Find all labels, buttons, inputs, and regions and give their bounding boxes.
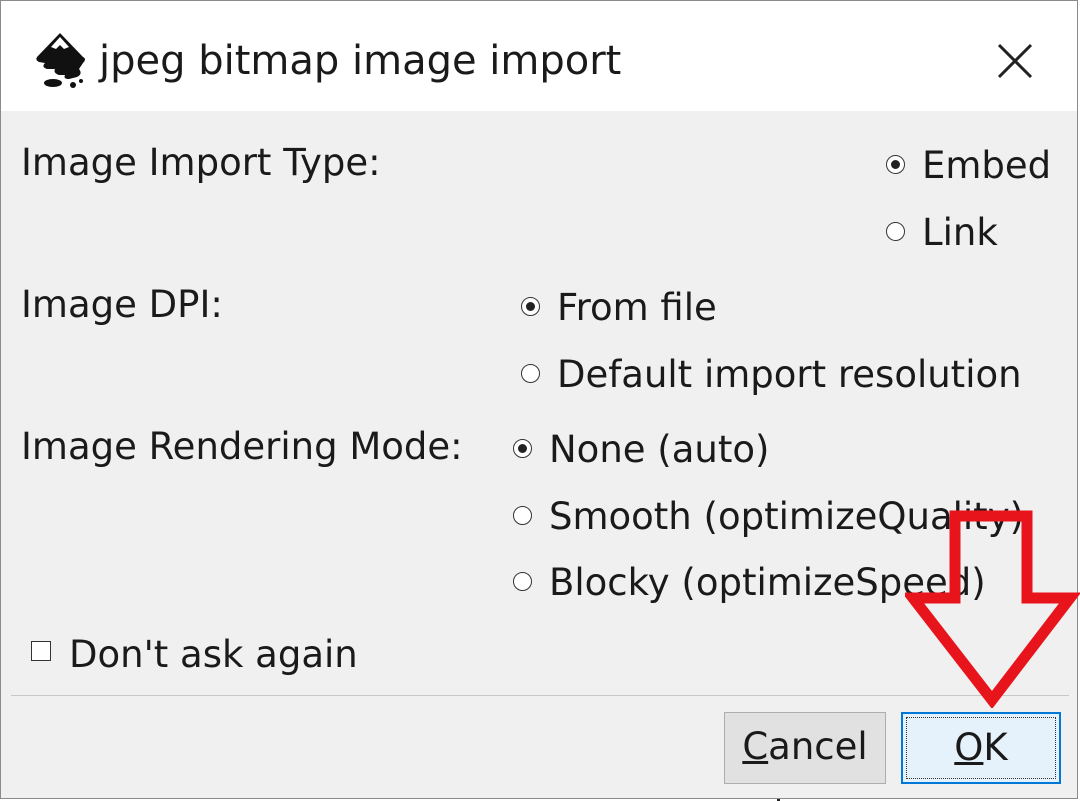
window-title: jpeg bitmap image import — [99, 38, 622, 84]
radio-blocky[interactable]: Blocky (optimizeSpeed) — [513, 559, 1053, 607]
radio-none-auto[interactable]: None (auto) — [513, 426, 1053, 474]
title-bar[interactable]: jpeg bitmap image import — [1, 1, 1077, 111]
radio-label: Embed — [922, 144, 1052, 187]
radio-label: Link — [922, 211, 998, 254]
separator — [11, 695, 1069, 696]
cancel-button[interactable]: Cancel — [724, 712, 886, 784]
radio-button[interactable] — [886, 222, 905, 241]
cancel-label: ancel — [768, 725, 868, 768]
radio-label: From file — [557, 286, 717, 329]
radio-button[interactable] — [513, 506, 532, 525]
radio-from-file[interactable]: From file — [521, 284, 1061, 332]
radio-label: None (auto) — [549, 428, 770, 471]
radio-label: Blocky (optimizeSpeed) — [549, 561, 986, 604]
radio-button[interactable] — [513, 572, 532, 591]
dont-ask-checkbox[interactable] — [31, 641, 51, 661]
rendering-mode-label: Image Rendering Mode: — [21, 425, 463, 468]
radio-label: Default import resolution — [557, 353, 1022, 396]
import-dialog: jpeg bitmap image import Image Import Ty… — [0, 0, 1078, 799]
import-type-label: Image Import Type: — [21, 141, 381, 184]
radio-link[interactable]: Link — [886, 209, 1066, 257]
ok-mnemonic: O — [954, 726, 984, 769]
close-icon[interactable] — [991, 37, 1039, 85]
radio-button[interactable] — [521, 364, 540, 383]
radio-label: Smooth (optimizeQuality) — [549, 495, 1025, 538]
ok-button[interactable]: OK — [901, 712, 1061, 784]
radio-button[interactable] — [886, 155, 905, 174]
dont-ask-label[interactable]: Don't ask again — [69, 631, 358, 679]
ok-label: K — [983, 726, 1008, 769]
dpi-label: Image DPI: — [21, 283, 223, 326]
radio-button[interactable] — [521, 297, 540, 316]
radio-embed[interactable]: Embed — [886, 142, 1066, 190]
radio-smooth[interactable]: Smooth (optimizeQuality) — [513, 493, 1053, 541]
radio-button[interactable] — [513, 439, 532, 458]
radio-default-resolution[interactable]: Default import resolution — [521, 351, 1061, 399]
inkscape-logo-icon — [36, 33, 85, 88]
cancel-mnemonic: C — [742, 725, 769, 768]
